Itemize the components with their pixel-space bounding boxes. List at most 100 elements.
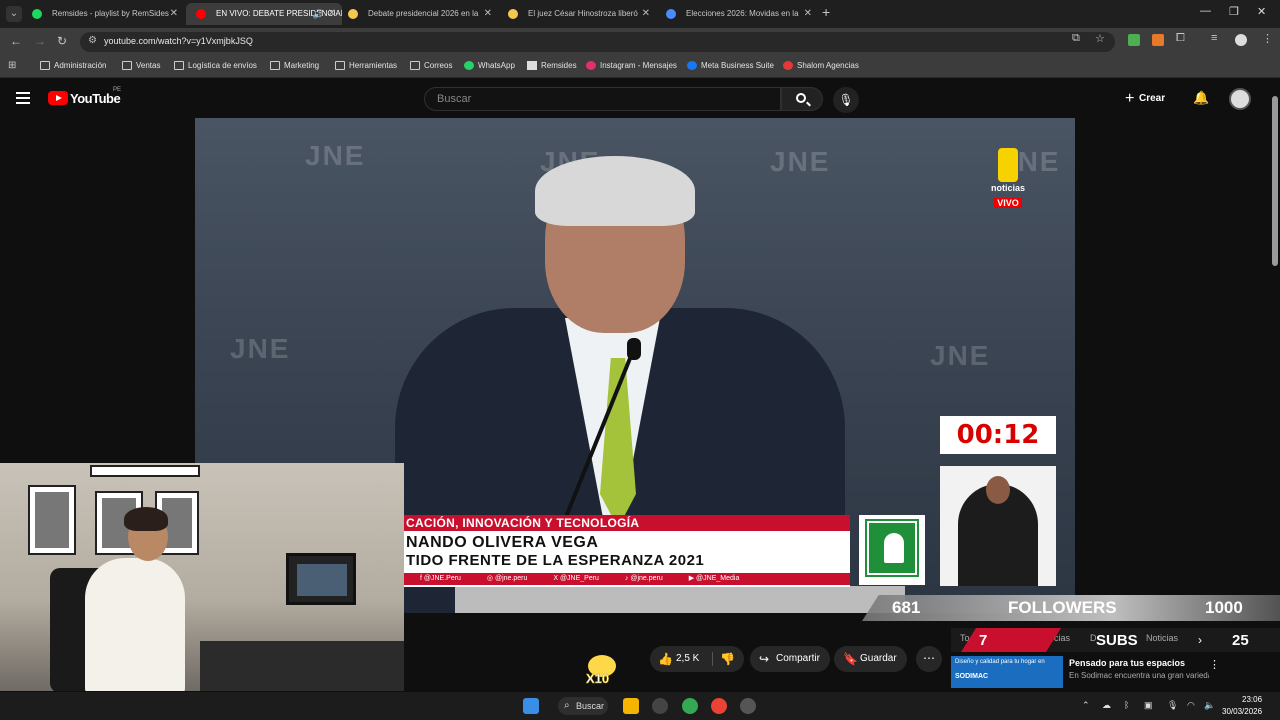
bookmark-instagram[interactable]: Instagram - Mensajes [586,61,677,70]
apps-grid-icon[interactable]: ⊞ [8,60,16,71]
ad-title[interactable]: Pensado para tus espacios [1069,658,1185,668]
speaker-hair [535,156,695,226]
new-tab-plus-icon[interactable]: + [822,4,830,20]
profile-avatar-icon[interactable] [1235,34,1247,46]
forward-arrow-icon[interactable]: → [34,34,46,48]
extension-orange-icon[interactable] [1152,34,1164,46]
bookmark-star-icon[interactable]: ☆ [1095,32,1105,45]
window-close-icon[interactable]: ✕ [1257,5,1266,18]
tab-elecciones-2026[interactable]: Elecciones 2026: Movidas en la ✕ [656,3,818,25]
extensions-puzzle-icon[interactable]: ⧠ [1176,32,1185,45]
bookmark-correos[interactable]: Correos [410,61,452,70]
bookmark-label: Herramientas [349,61,398,70]
tab-title: Remsides - playlist by RemSides [52,9,169,18]
candidate-party: TIDO FRENTE DE LA ESPERANZA 2021 [406,552,705,569]
search-input[interactable]: Buscar [424,87,781,111]
ad-description: En Sodimac encuentra una gran variedad e… [1069,671,1209,680]
chrome-icon[interactable] [682,698,698,714]
address-bar[interactable]: ⚙ youtube.com/watch?v=y1VxmjbkJSQ [80,32,1115,52]
close-icon[interactable]: ✕ [804,3,812,25]
news-site-icon [666,9,676,19]
youtube-wordmark[interactable]: YouTube [70,91,121,106]
youtube-logo-icon[interactable] [48,91,68,105]
ad-menu-icon[interactable]: ⋮ [1209,658,1220,671]
minimize-icon[interactable]: — [1200,5,1211,17]
page-scrollbar[interactable] [1272,84,1278,694]
search-button[interactable] [781,87,823,111]
close-icon[interactable]: ✕ [642,3,650,25]
tab-debate-live[interactable]: EN VIVO: DEBATE PRESIDENCIAL 🔊 ✕ [186,3,342,25]
tab-debate-presidencial[interactable]: Debate presidencial 2026 en la ✕ [338,3,498,25]
url-text: youtube.com/watch?v=y1VxmjbkJSQ [104,36,253,46]
mascot-multiplier-text: X10 [586,671,610,687]
onedrive-icon[interactable]: ☁ [1102,700,1111,711]
ad-thumbnail[interactable]: Diseño y calidad para tu hogar en SODIMA… [951,656,1063,688]
bookmark-marketing[interactable]: Marketing [270,61,319,70]
voice-search-mic-icon[interactable]: 🎙 [833,87,859,113]
file-explorer-icon[interactable] [623,698,639,714]
microphone-icon[interactable]: 🎙 [1167,700,1178,711]
bookmark-administracion[interactable]: Administración [40,61,106,70]
chip-noticias[interactable]: Noticias [1146,633,1178,643]
candidate-name: NANDO OLIVERA VEGA [406,534,599,551]
lower-third-caption: CACIÓN, INNOVACIÓN Y TECNOLOGÍA NANDO OL… [404,515,850,587]
account-avatar[interactable] [1229,88,1251,110]
more-actions-icon[interactable]: ⋯ [916,646,942,672]
close-icon[interactable]: ✕ [484,3,492,25]
site-info-icon[interactable]: ⚙ [88,35,97,46]
share-button[interactable]: ↪ Compartir [750,646,830,672]
bookmark-label: Correos [424,61,453,70]
bookmark-remsides[interactable]: Remsides [527,61,577,70]
taskbar-search[interactable]: Buscar [558,697,608,715]
windows-taskbar: Buscar ⌃ ☁ ᛒ ▣ 🎙 ◠ 🔈 23:06 30/03/2026 [0,692,1280,720]
browser-menu-icon[interactable]: ⋮ [1262,32,1273,45]
restore-icon[interactable]: ❐ [1229,5,1239,18]
speaker-icon[interactable]: 🔊 [313,3,324,25]
close-icon[interactable]: ✕ [328,3,336,25]
streamer-body [85,558,185,691]
bookmark-label: Remsides [541,61,577,70]
bookmark-herramientas[interactable]: Herramientas [335,61,397,70]
tray-app-icon[interactable]: ▣ [1144,700,1153,711]
reading-list-icon[interactable]: ≡ [1211,32,1217,44]
channel-l-logo-icon [998,148,1018,182]
save-button[interactable]: 🔖 Guardar [834,646,907,672]
folder-icon [122,61,132,70]
followers-label: FOLLOWERS [1008,598,1117,617]
bookmark-meta[interactable]: Meta Business Suite [687,61,774,70]
windows-start-icon[interactable] [523,698,539,714]
bookmark-ventas[interactable]: Ventas [122,61,160,70]
close-icon[interactable]: ✕ [170,3,178,25]
tab-juez-hinostroza[interactable]: El juez César Hinostroza liberó ✕ [498,3,656,25]
bookmark-logistica[interactable]: Logística de envíos [174,61,257,70]
hamburger-menu-icon[interactable] [16,92,30,104]
install-app-icon[interactable]: ⧉ [1072,32,1080,45]
bookmark-shalom[interactable]: Shalom Agencias [783,61,859,70]
reload-icon[interactable]: ↻ [57,34,67,48]
like-button[interactable]: 👍 2,5 K [658,646,699,672]
bookmark-whatsapp[interactable]: WhatsApp [464,61,515,70]
chatgpt-icon[interactable] [652,698,668,714]
notifications-bell-icon[interactable]: 🔔 [1193,90,1209,106]
divider [712,652,713,666]
tab-search-icon[interactable]: ⌄ [6,6,22,22]
folder-icon [270,61,280,70]
wifi-icon[interactable]: ◠ [1187,700,1195,711]
tray-overflow-chevron-icon[interactable]: ⌃ [1082,700,1090,711]
chevron-right-icon[interactable]: › [1198,633,1202,647]
bluetooth-icon[interactable]: ᛒ [1124,700,1129,710]
tab-remsides-playlist[interactable]: Remsides - playlist by RemSides ✕ [22,3,184,25]
volume-icon[interactable]: 🔈 [1204,700,1215,711]
sign-language-interpreter [940,466,1056,586]
obs-icon[interactable] [740,698,756,714]
subs-goal: 25 [1232,632,1249,649]
taskbar-clock[interactable]: 23:06 30/03/2026 [1222,694,1262,718]
dislike-button-thumbs-down-icon[interactable]: 👎 [720,646,735,672]
back-arrow-icon[interactable]: ← [10,34,22,48]
chrome-profile-icon[interactable] [711,698,727,714]
sponsored-ad-card[interactable]: Diseño y calidad para tu hogar en SODIMA… [951,656,1280,690]
folder-icon [335,61,345,70]
scrollbar-thumb[interactable] [1272,96,1278,266]
create-button[interactable]: + Crear [1125,88,1165,110]
extension-green-icon[interactable] [1128,34,1140,46]
